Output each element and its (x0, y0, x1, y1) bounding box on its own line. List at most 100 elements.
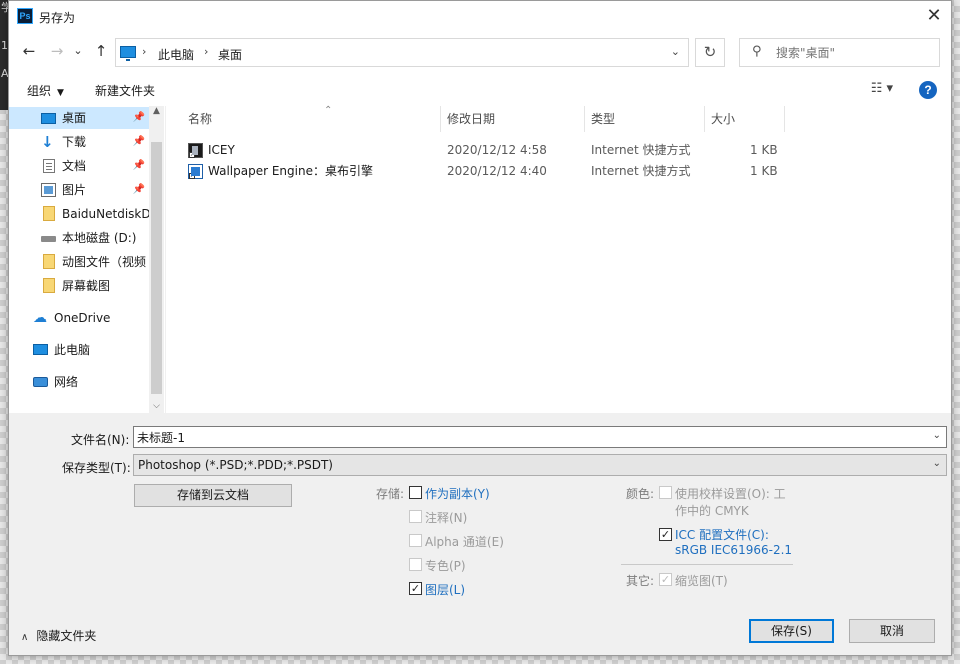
sort-ascending-icon: ⌃ (324, 105, 333, 116)
sidebar-item-onedrive[interactable]: ☁ OneDrive (9, 307, 149, 329)
change-view-button[interactable]: ☷ ▾ (871, 81, 893, 96)
column-header-size[interactable]: 大小 (705, 106, 785, 132)
filename-field[interactable]: ⌄ (133, 426, 947, 448)
sidebar-item-pictures[interactable]: 图片 📌 (9, 179, 149, 201)
scroll-up-icon[interactable]: ▲ (149, 106, 164, 116)
column-header-name[interactable]: ⌃ 名称 (182, 105, 441, 132)
spot-colors-checkbox[interactable] (409, 558, 422, 571)
navigation-bar: ← → ⌄ ↑ › 此电脑 › 桌面 ⌄ ↻ ⚲ (9, 35, 951, 69)
search-box[interactable]: ⚲ (739, 38, 940, 67)
address-bar[interactable]: › 此电脑 › 桌面 ⌄ (115, 38, 689, 67)
filename-input[interactable] (137, 429, 917, 445)
help-icon[interactable]: ? (919, 81, 937, 99)
proof-setup-checkbox[interactable] (659, 486, 672, 499)
sidebar-item-label: 此电脑 (54, 343, 91, 357)
pin-icon: 📌 (132, 136, 145, 147)
breadcrumb-this-pc[interactable]: 此电脑 (158, 46, 194, 63)
shortcut-arrow-icon: ↗ (189, 151, 196, 158)
sidebar-item-documents[interactable]: 文档 📌 (9, 155, 149, 177)
download-icon: ↓ (41, 133, 54, 151)
cancel-button[interactable]: 取消 (849, 619, 935, 643)
notes-checkbox[interactable] (409, 510, 422, 523)
pictures-icon (41, 183, 56, 197)
breadcrumb-separator[interactable]: › (204, 45, 208, 58)
chevron-down-icon[interactable]: ⌄ (933, 430, 941, 441)
sidebar-item-local-disk-d[interactable]: 本地磁盘 (D:) (9, 227, 149, 249)
pin-icon: 📌 (132, 184, 145, 195)
pin-icon: 📌 (132, 112, 145, 123)
column-header-type[interactable]: 类型 (585, 106, 705, 132)
sidebar-item-label: OneDrive (54, 311, 111, 325)
filename-label: 文件名(N): (71, 433, 130, 447)
alpha-channels-checkbox[interactable] (409, 534, 422, 547)
filetype-value: Photoshop (*.PSD;*.PDD;*.PSDT) (138, 458, 333, 472)
close-button[interactable]: ✕ (923, 5, 945, 27)
icc-profile-checkbox[interactable]: ✓ (659, 528, 672, 541)
sidebar-item-label: 下载 (62, 135, 87, 149)
recent-locations-button[interactable]: ⌄ (71, 41, 85, 61)
save-to-cloud-button[interactable]: 存储到云文档 (134, 484, 292, 507)
as-copy-label[interactable]: 作为副本(Y) (425, 485, 490, 502)
sidebar-item-gif-files[interactable]: 动图文件（视频 (9, 251, 149, 273)
desktop-icon (41, 113, 56, 124)
thumbnail-checkbox[interactable]: ✓ (659, 573, 672, 586)
filetype-select[interactable]: Photoshop (*.PSD;*.PDD;*.PSDT) ⌄ (133, 454, 947, 476)
address-dropdown-icon[interactable]: ⌄ (671, 45, 680, 58)
save-button[interactable]: 保存(S) (749, 619, 834, 643)
window-title: 另存为 (39, 11, 76, 25)
sidebar-item-baidunetdisk[interactable]: BaiduNetdiskD (9, 203, 149, 225)
breadcrumb-desktop[interactable]: 桌面 (218, 46, 242, 63)
breadcrumb-separator[interactable]: › (142, 45, 146, 58)
hide-folders-toggle[interactable]: ∧ 隐藏文件夹 (21, 627, 96, 644)
scroll-down-icon[interactable]: ⌵ (149, 401, 164, 411)
forward-button[interactable]: → (47, 41, 67, 61)
file-type: Internet 快捷方式 (591, 143, 691, 157)
hide-folders-label: 隐藏文件夹 (36, 629, 97, 643)
new-folder-button[interactable]: 新建文件夹 (95, 82, 155, 99)
folder-icon (43, 206, 55, 221)
as-copy-checkbox[interactable] (409, 486, 422, 499)
chevron-down-icon: ⌄ (932, 458, 941, 469)
sidebar-item-screenshots[interactable]: 屏幕截图 (9, 275, 149, 297)
this-pc-icon (120, 46, 136, 61)
up-button[interactable]: ↑ (91, 41, 111, 61)
file-name: Wallpaper Engine：桌布引擎 (208, 164, 373, 178)
sidebar-item-label: 图片 (62, 183, 87, 197)
sidebar-item-this-pc[interactable]: 此电脑 (9, 339, 149, 361)
navigation-pane-scrollbar[interactable]: ▲ ⌵ (149, 106, 164, 413)
folder-icon (43, 254, 55, 269)
spot-colors-label: 专色(P) (425, 559, 466, 573)
column-header-label: 名称 (188, 112, 213, 126)
wallpaper-engine-shortcut-icon: ↗ (188, 164, 203, 179)
photoshop-app-icon: Ps (17, 8, 33, 24)
file-list: ⌃ 名称 修改日期 类型 大小 ↗ ICEY 2020/12/12 4:58 I… (165, 105, 952, 413)
search-input[interactable] (776, 44, 926, 62)
search-icon: ⚲ (752, 44, 762, 59)
thumbnail-label: 缩览图(T) (675, 574, 728, 588)
refresh-button[interactable]: ↻ (695, 38, 725, 67)
save-as-dialog: Ps 另存为 ✕ ← → ⌄ ↑ › 此电脑 › 桌面 ⌄ ↻ ⚲ 组织 ▼ 新建… (8, 0, 952, 656)
table-row[interactable]: ↗ Wallpaper Engine：桌布引擎 2020/12/12 4:40 … (166, 161, 952, 182)
file-name: ICEY (208, 143, 235, 157)
back-button[interactable]: ← (19, 41, 39, 61)
sidebar-item-network[interactable]: 网络 (9, 371, 149, 393)
table-row[interactable]: ↗ ICEY 2020/12/12 4:58 Internet 快捷方式 1 K… (166, 140, 952, 161)
layers-label[interactable]: 图层(L) (425, 581, 465, 598)
notes-label: 注释(N) (425, 511, 468, 525)
this-pc-icon (33, 344, 48, 355)
storage-label: 存储: (376, 487, 405, 501)
sidebar-item-downloads[interactable]: ↓ 下载 📌 (9, 131, 149, 153)
file-date: 2020/12/12 4:58 (447, 143, 547, 157)
column-header-date[interactable]: 修改日期 (441, 106, 585, 132)
organize-menu[interactable]: 组织 ▼ (27, 82, 64, 99)
navigation-pane: 桌面 📌 ↓ 下载 📌 文档 📌 图片 📌 BaiduNetdiskD 本地磁盘… (9, 106, 164, 413)
pin-icon: 📌 (132, 160, 145, 171)
file-size: 1 KB (750, 164, 778, 178)
layers-checkbox[interactable]: ✓ (409, 582, 422, 595)
sidebar-item-label: 本地磁盘 (D:) (62, 231, 137, 245)
proof-setup-label: 使用校样设置(O): 工 (675, 487, 786, 501)
icey-shortcut-icon: ↗ (188, 143, 203, 158)
icc-profile-label[interactable]: ICC 配置文件(C): (675, 526, 769, 543)
scrollbar-thumb[interactable] (151, 142, 162, 394)
sidebar-item-desktop[interactable]: 桌面 📌 (9, 107, 149, 129)
